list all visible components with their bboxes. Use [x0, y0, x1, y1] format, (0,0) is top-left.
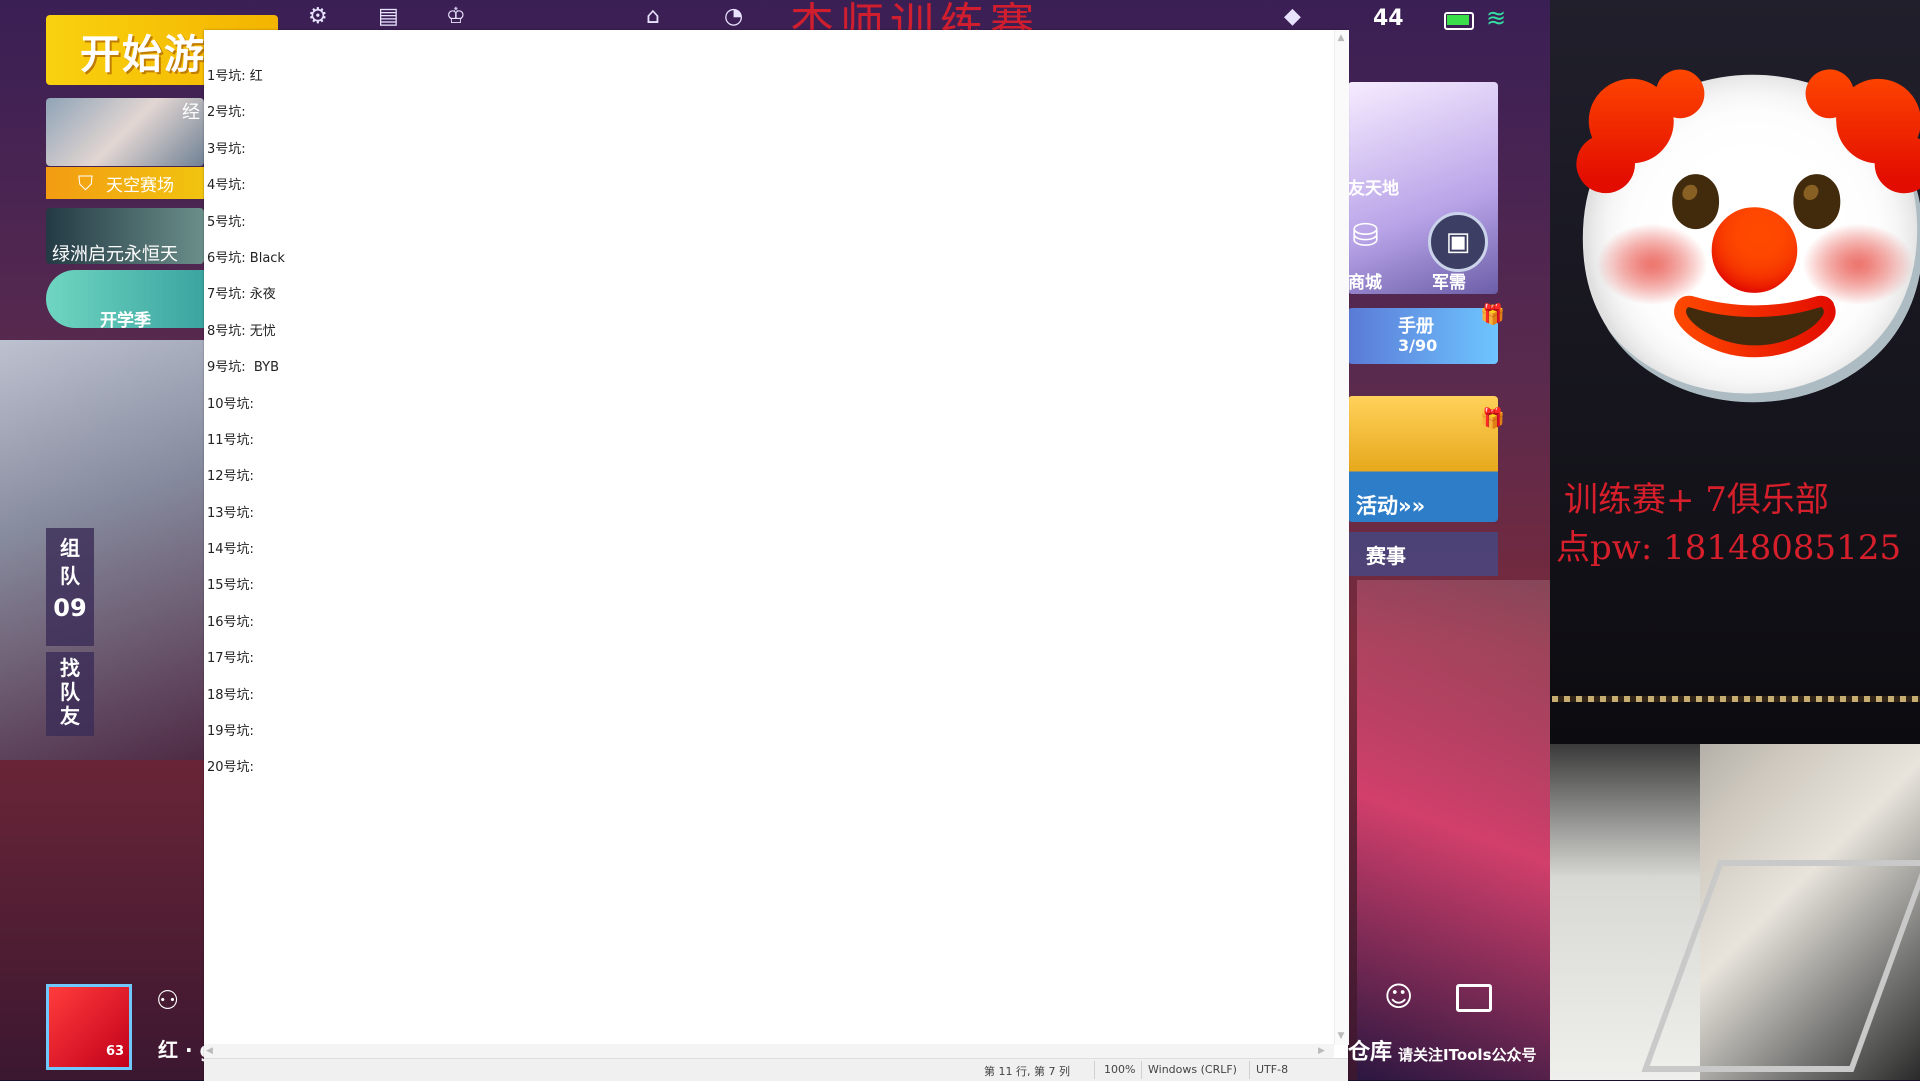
shop-bag-icon[interactable]: ⛁: [1352, 216, 1379, 254]
gem-icon[interactable]: ◆: [1284, 0, 1301, 34]
document-line[interactable]: 9号坑: BYB: [207, 357, 285, 393]
document-line[interactable]: 3号坑:: [207, 139, 285, 175]
status-divider: [1094, 1061, 1095, 1079]
zoom-level[interactable]: 100%: [1104, 1063, 1135, 1076]
document-line[interactable]: 16号坑:: [207, 612, 285, 648]
gift-icon[interactable]: 🎁: [1480, 302, 1505, 326]
battery-level: [1447, 15, 1469, 25]
mode-card-label: 经: [182, 102, 200, 123]
scroll-up-arrow-icon[interactable]: ▲: [1334, 30, 1348, 46]
vertical-scrollbar[interactable]: [1334, 30, 1349, 1045]
document-line[interactable]: 2号坑:: [207, 102, 285, 138]
trophy-icon[interactable]: ♔: [446, 0, 466, 34]
military-supply-label: 军需: [1432, 273, 1466, 293]
hero-card-label: 友天地: [1348, 179, 1399, 199]
document-line[interactable]: 8号坑: 无忧: [207, 321, 285, 357]
home-icon[interactable]: ⌂: [646, 0, 660, 34]
document-line[interactable]: 4号坑:: [207, 175, 285, 211]
status-divider: [1249, 1061, 1250, 1079]
chart-icon[interactable]: ▤: [378, 0, 399, 34]
document-line[interactable]: 7号坑: 永夜: [207, 284, 285, 320]
team-label-text: 组队: [60, 536, 80, 588]
clown-face-icon: 🤡: [1555, 55, 1920, 427]
encoding[interactable]: UTF-8: [1256, 1063, 1288, 1076]
led-strip: [1552, 696, 1920, 702]
document-line[interactable]: 1号坑: 红: [207, 66, 285, 102]
shield-icon: ⛉: [78, 171, 93, 195]
fullscreen-icon[interactable]: [1456, 984, 1492, 1012]
team-label: 组队: [46, 534, 94, 590]
document-line[interactable]: 17号坑:: [207, 648, 285, 684]
document-line[interactable]: 19号坑:: [207, 721, 285, 757]
find-team-text: 找队友: [60, 656, 80, 728]
oasis-card-label: 绿洲启元永恒天: [52, 244, 178, 265]
school-season-label: 开学季: [100, 311, 151, 331]
overlay-text-line-1: 训练赛+ 7俱乐部: [1564, 480, 1829, 520]
scroll-right-arrow-icon[interactable]: ▶: [1318, 1044, 1332, 1058]
document-text-area[interactable]: 1号坑: 红 2号坑: 3号坑: 4号坑: 5号坑: 6号坑: Black 7号…: [207, 66, 285, 794]
status-divider: [1141, 1061, 1142, 1079]
notepad-status-bar: 第 11 行, 第 7 列 100% Windows (CRLF) UTF-8: [204, 1058, 1348, 1081]
event-label: 赛事: [1366, 544, 1406, 568]
document-line[interactable]: 15号坑:: [207, 575, 285, 611]
military-supply-icon[interactable]: ▣: [1428, 212, 1488, 272]
start-game-label: 开始游: [80, 32, 206, 78]
notepad-window[interactable]: [204, 30, 1348, 1080]
follow-watermark: 请关注ITools公众号: [1398, 1046, 1537, 1064]
emoji-icon[interactable]: ☺: [1384, 980, 1413, 1013]
stage-structure-left: [0, 340, 205, 760]
team-count: 09: [53, 594, 87, 622]
status-number: 44: [1373, 6, 1404, 31]
document-line[interactable]: 12号坑:: [207, 466, 285, 502]
document-line[interactable]: 13号坑:: [207, 503, 285, 539]
document-line[interactable]: 10号坑:: [207, 394, 285, 430]
scroll-left-arrow-icon[interactable]: ◀: [206, 1044, 220, 1058]
document-line[interactable]: 5号坑:: [207, 212, 285, 248]
document-line[interactable]: 6号坑: Black: [207, 248, 285, 284]
sky-arena-label: 天空赛场: [106, 176, 174, 196]
clock-icon[interactable]: ◔: [724, 0, 743, 34]
friends-icon[interactable]: ⚇: [156, 986, 179, 1016]
cursor-position: 第 11 行, 第 7 列: [984, 1065, 1070, 1078]
document-line[interactable]: 14号坑:: [207, 539, 285, 575]
find-team-label: 找队友: [46, 656, 94, 728]
warehouse-label[interactable]: 仓库: [1348, 1034, 1392, 1066]
store-icon[interactable]: ⚙: [308, 0, 328, 34]
line-ending[interactable]: Windows (CRLF): [1148, 1063, 1237, 1076]
scroll-down-arrow-icon[interactable]: ▼: [1334, 1028, 1348, 1044]
shop-label: 商城: [1348, 273, 1382, 293]
wifi-icon: ≋: [1486, 4, 1507, 32]
document-line[interactable]: 11号坑:: [207, 430, 285, 466]
document-line[interactable]: 20号坑:: [207, 757, 285, 793]
mode-card[interactable]: [46, 98, 204, 166]
player-level: 63: [106, 1044, 125, 1059]
handbook-progress: 3/90: [1398, 336, 1438, 355]
overlay-text-line-2: 点pw: 18148085125: [1556, 528, 1902, 568]
horizontal-scrollbar[interactable]: [204, 1044, 1334, 1058]
gift-icon[interactable]: 🎁: [1480, 406, 1505, 430]
activity-label: 活动»»: [1356, 494, 1426, 518]
handbook-label: 手册: [1398, 316, 1434, 337]
document-line[interactable]: 18号坑:: [207, 685, 285, 721]
